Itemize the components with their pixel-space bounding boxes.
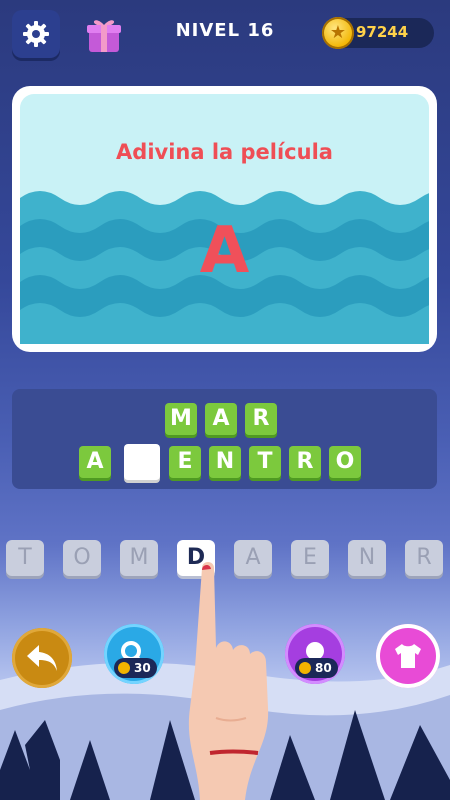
answer-tile[interactable]: R <box>245 403 277 435</box>
level-label: NIVEL 16 <box>175 20 275 41</box>
letter-key[interactable]: N <box>348 540 386 576</box>
coin-icon: ★ <box>322 17 354 49</box>
answer-tile-empty[interactable] <box>124 444 160 480</box>
gift-button[interactable] <box>84 14 124 54</box>
letter-key[interactable]: M <box>120 540 158 576</box>
puzzle-prompt: Adivina la película <box>116 140 333 164</box>
hint-cost-badge: 80 <box>295 658 338 678</box>
coin-icon <box>299 662 311 674</box>
hint-cost: 80 <box>315 661 332 675</box>
coin-icon <box>118 662 130 674</box>
settings-button[interactable] <box>12 10 60 58</box>
letter-key[interactable]: T <box>6 540 44 576</box>
answer-tile[interactable]: T <box>249 446 281 478</box>
answer-tile[interactable]: N <box>209 446 241 478</box>
answer-tile[interactable]: O <box>329 446 361 478</box>
answer-tile[interactable]: E <box>169 446 201 478</box>
shirt-icon <box>395 644 421 668</box>
answer-tile[interactable]: M <box>165 403 197 435</box>
search-cost-badge: 30 <box>114 658 157 678</box>
answer-tile[interactable]: A <box>205 403 237 435</box>
answer-panel: M A R A E N T R O <box>12 389 437 489</box>
letter-key[interactable]: E <box>291 540 329 576</box>
shop-button[interactable] <box>376 624 440 688</box>
search-cost: 30 <box>134 661 151 675</box>
answer-tile[interactable]: R <box>289 446 321 478</box>
back-button[interactable] <box>12 628 72 688</box>
coin-count: 97244 <box>356 23 409 41</box>
letter-key[interactable]: O <box>63 540 101 576</box>
gear-icon <box>23 21 49 47</box>
tutorial-hand <box>188 562 269 800</box>
answer-tile[interactable]: A <box>79 446 111 478</box>
gift-icon <box>87 20 121 52</box>
letter-key[interactable]: R <box>405 540 443 576</box>
clue-letter: A <box>199 214 250 288</box>
back-arrow-icon <box>27 645 57 671</box>
